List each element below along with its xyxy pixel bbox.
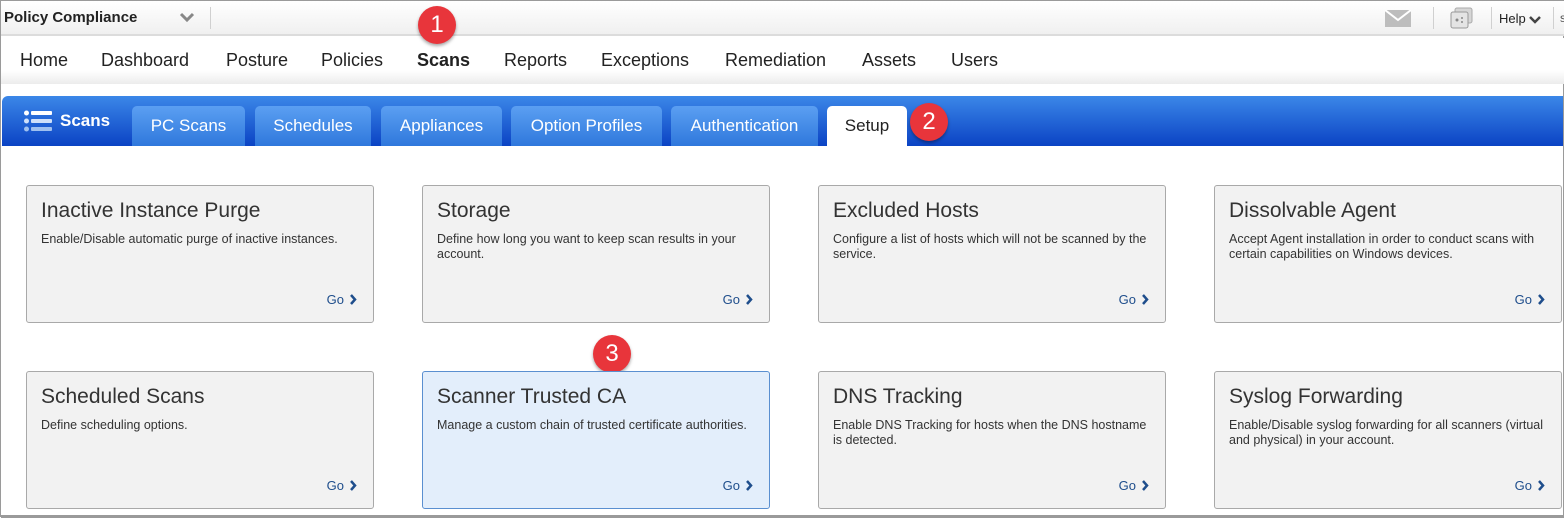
divider — [1491, 7, 1492, 29]
card-description: Manage a custom chain of trusted certifi… — [437, 418, 747, 432]
go-label: Go — [722, 292, 740, 307]
nav-scans[interactable]: Scans — [417, 50, 470, 71]
card-title: DNS Tracking — [833, 385, 963, 408]
tab-authentication[interactable]: Authentication — [671, 106, 818, 146]
section-title: Scans — [60, 111, 111, 130]
card-description: Accept Agent installation in order to co… — [1229, 232, 1535, 261]
nav-exceptions[interactable]: Exceptions — [601, 50, 689, 71]
go-label: Go — [1118, 292, 1136, 307]
help-menu[interactable]: Help — [1499, 11, 1541, 26]
setup-card-storage[interactable]: Storage Define how long you want to keep… — [422, 185, 770, 323]
card-description: Enable/Disable syslog forwarding for all… — [1229, 418, 1544, 447]
mail-icon[interactable] — [1385, 10, 1411, 27]
card-title: Scanner Trusted CA — [437, 385, 627, 408]
go-label: Go — [326, 292, 344, 307]
tab-schedules[interactable]: Schedules — [255, 106, 371, 146]
setup-card-syslog-forwarding[interactable]: Syslog Forwarding Enable/Disable syslog … — [1214, 371, 1562, 509]
card-description: Enable DNS Tracking for hosts when the D… — [833, 418, 1147, 447]
card-title: Inactive Instance Purge — [41, 199, 261, 222]
chevron-down-icon — [1528, 16, 1541, 24]
go-label: Go — [722, 478, 740, 493]
nav-users[interactable]: Users — [951, 50, 998, 71]
nav-reports[interactable]: Reports — [504, 50, 567, 71]
section-tab-bar: Scans PC Scans Schedules Appliances Opti… — [2, 96, 1563, 146]
nav-policies[interactable]: Policies — [321, 50, 383, 71]
card-description: Enable/Disable automatic purge of inacti… — [41, 232, 338, 246]
setup-card-inactive-instance-purge[interactable]: Inactive Instance Purge Enable/Disable a… — [26, 185, 374, 323]
card-title: Syslog Forwarding — [1229, 385, 1403, 408]
go-label: Go — [1514, 478, 1532, 493]
chevron-right-icon — [1142, 294, 1149, 305]
tab-option-profiles[interactable]: Option Profiles — [511, 106, 662, 146]
nav-home[interactable]: Home — [20, 50, 68, 71]
chevron-right-icon — [746, 294, 753, 305]
setup-card-scanner-trusted-ca[interactable]: Scanner Trusted CA Manage a custom chain… — [422, 371, 770, 509]
setup-card-dissolvable-agent[interactable]: Dissolvable Agent Accept Agent installat… — [1214, 185, 1562, 323]
card-title: Excluded Hosts — [833, 199, 979, 222]
nav-posture[interactable]: Posture — [226, 50, 288, 71]
help-label: Help — [1499, 11, 1526, 26]
tab-appliances[interactable]: Appliances — [381, 106, 502, 146]
divider — [1433, 7, 1434, 29]
go-label: Go — [1514, 292, 1532, 307]
tab-pc-scans[interactable]: PC Scans — [132, 106, 245, 146]
user-menu[interactable]: s — [1560, 11, 1564, 25]
chevron-right-icon — [1538, 294, 1545, 305]
nav-remediation[interactable]: Remediation — [725, 50, 826, 71]
go-link[interactable]: Go — [723, 292, 753, 307]
card-title: Storage — [437, 199, 511, 222]
go-link[interactable]: Go — [327, 292, 357, 307]
tab-setup[interactable]: Setup — [827, 106, 907, 146]
go-link[interactable]: Go — [723, 478, 753, 493]
list-icon — [24, 110, 52, 132]
step-badge-2: 2 — [910, 103, 948, 141]
main-nav: Home Dashboard Posture Policies Scans Re… — [1, 38, 1564, 84]
chevron-right-icon — [350, 480, 357, 491]
card-title: Dissolvable Agent — [1229, 199, 1396, 222]
chevron-down-icon[interactable] — [179, 11, 195, 23]
chevron-right-icon — [746, 480, 753, 491]
go-label: Go — [1118, 478, 1136, 493]
divider — [1553, 7, 1554, 29]
go-link[interactable]: Go — [327, 478, 357, 493]
go-link[interactable]: Go — [1119, 478, 1149, 493]
go-link[interactable]: Go — [1515, 292, 1545, 307]
card-title: Scheduled Scans — [41, 385, 205, 408]
app-switcher-title[interactable]: Policy Compliance — [4, 9, 137, 26]
chevron-right-icon — [1142, 480, 1149, 491]
setup-card-scheduled-scans[interactable]: Scheduled Scans Define scheduling option… — [26, 371, 374, 509]
card-description: Define how long you want to keep scan re… — [437, 232, 736, 261]
setup-card-dns-tracking[interactable]: DNS Tracking Enable DNS Tracking for hos… — [818, 371, 1166, 509]
dashboard-widgets-icon[interactable] — [1450, 7, 1474, 29]
app-window: Policy Compliance Help s Home Dashboard … — [0, 0, 1564, 518]
step-badge-1: 1 — [418, 6, 456, 44]
go-label: Go — [326, 478, 344, 493]
chevron-right-icon — [1538, 480, 1545, 491]
go-link[interactable]: Go — [1119, 292, 1149, 307]
step-badge-3: 3 — [593, 335, 631, 373]
divider — [210, 7, 211, 29]
nav-assets[interactable]: Assets — [862, 50, 916, 71]
nav-dashboard[interactable]: Dashboard — [101, 50, 189, 71]
go-link[interactable]: Go — [1515, 478, 1545, 493]
setup-card-excluded-hosts[interactable]: Excluded Hosts Configure a list of hosts… — [818, 185, 1166, 323]
chevron-right-icon — [350, 294, 357, 305]
card-description: Define scheduling options. — [41, 418, 188, 432]
card-description: Configure a list of hosts which will not… — [833, 232, 1147, 261]
top-bar: Policy Compliance Help s — [1, 1, 1564, 36]
